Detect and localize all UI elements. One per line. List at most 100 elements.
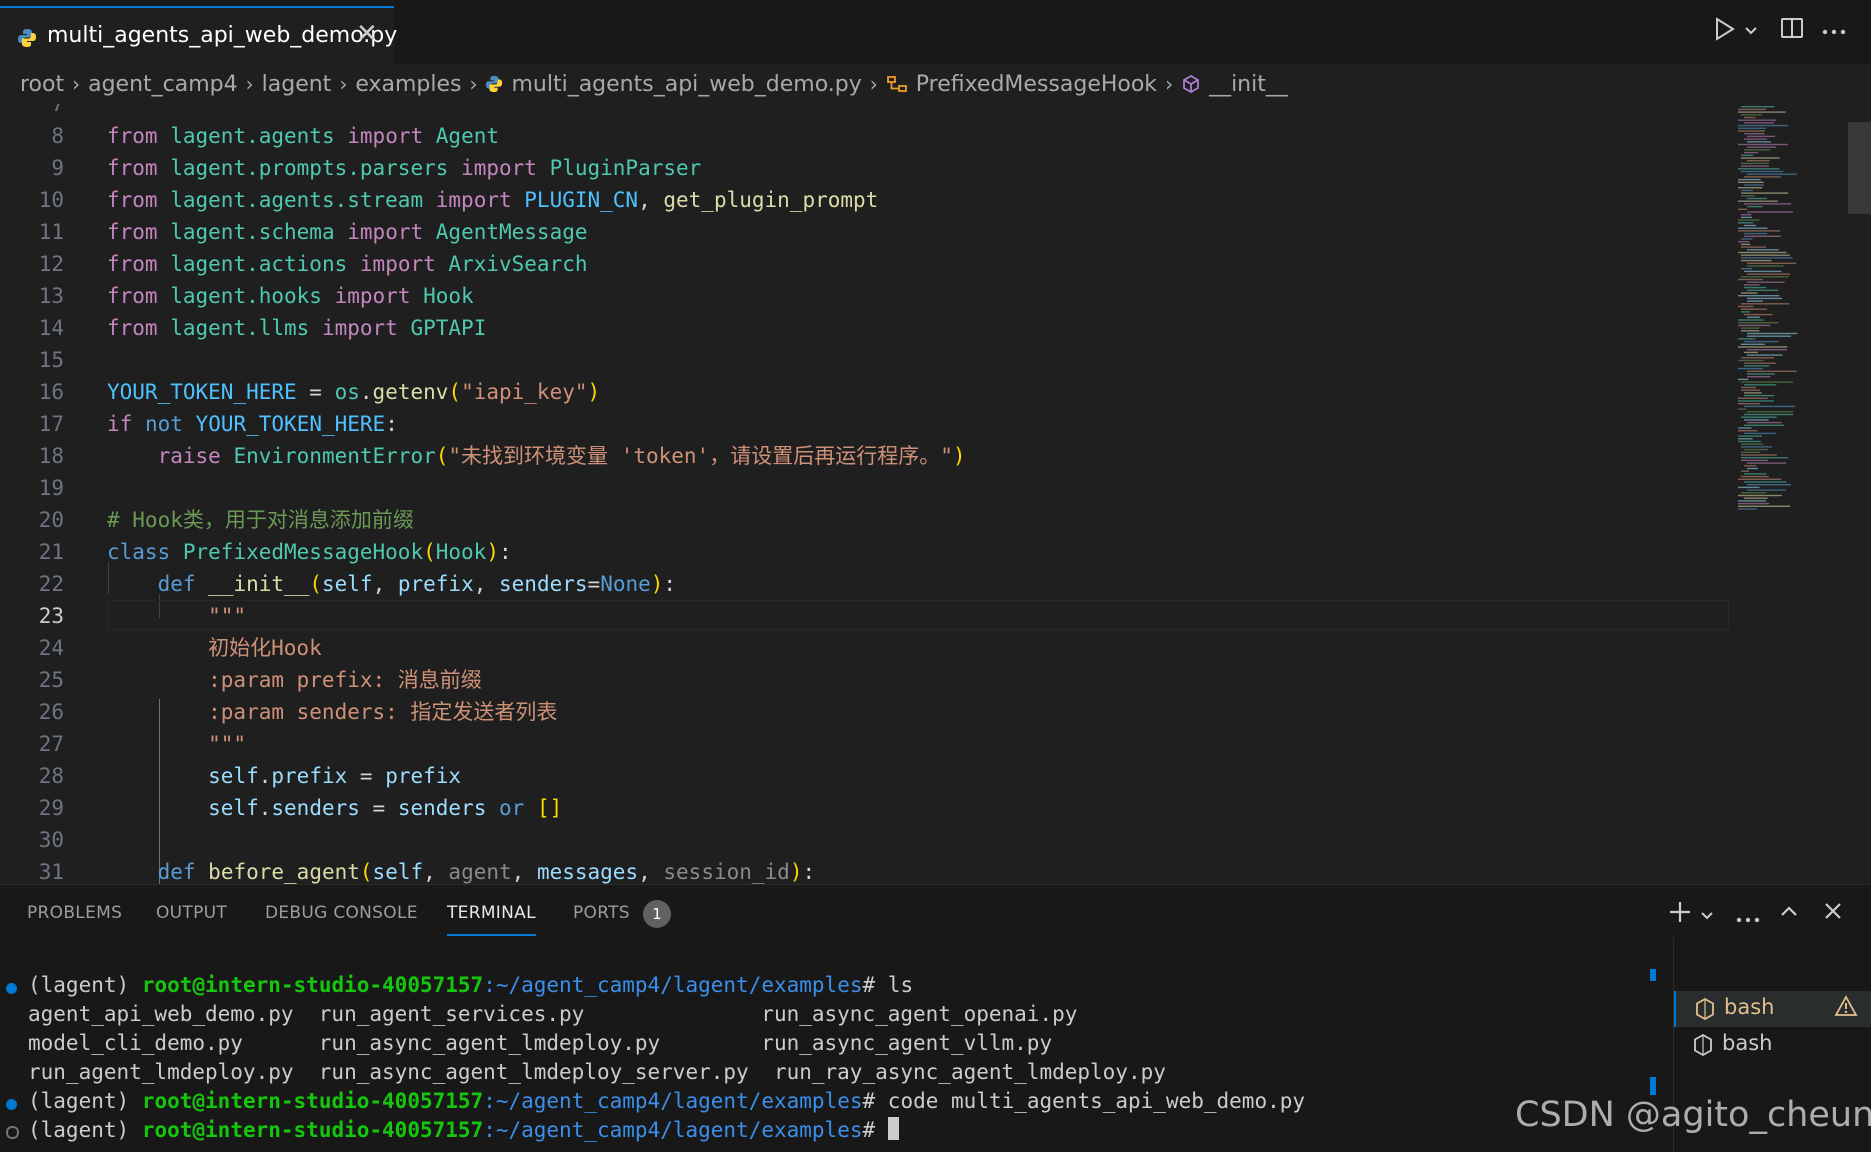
cwd-path: :~/agent_camp4/lagent/examples [483,973,863,997]
command-success-decoration[interactable] [6,983,17,994]
minimap-line [1738,168,1780,170]
minimap-line [1741,243,1751,246]
minimap-line [1741,189,1754,192]
code-text: YOUR_TOKEN_HERE = os.getenv("iapi_key") [107,380,601,404]
minimap-line [1738,438,1753,440]
editor-scrollbar[interactable] [1848,122,1871,214]
code-line: 22 def __init__(self, prefix, senders=No… [0,568,1730,600]
code-text: from lagent.agents import Agent [107,124,499,148]
minimap-line [1744,432,1776,435]
code-line: 25 :param prefix: 消息前缀 [0,664,1730,696]
tab-debug-console[interactable]: DEBUG CONSOLE [265,903,418,923]
breadcrumb-separator: › [72,72,81,96]
minimap-line [1747,484,1791,486]
minimap-line [1741,165,1769,167]
command-success-decoration[interactable] [6,1099,17,1110]
code-docstring: :param senders: 指定发送者列表 [107,700,558,724]
more-actions-icon[interactable] [1822,22,1846,41]
minimap-line [1741,492,1767,494]
code-text: def __init__(self, prefix, senders=None)… [157,572,677,596]
class-symbol-icon [886,74,908,94]
run-python-file-icon[interactable] [1714,16,1736,46]
minimap-line [1744,362,1776,364]
minimap-line [1741,170,1784,173]
minimap-line [1741,459,1768,462]
code-editor[interactable]: 7 8 from lagent.agents import Agent 9 fr… [0,104,1871,884]
code-line: 26 :param senders: 指定发送者列表 [0,696,1730,728]
current-line-highlight [107,600,1729,630]
line-number: 14 [38,316,64,340]
minimap-line [1738,251,1787,254]
minimap-line [1741,257,1793,259]
code-line: 19 [0,472,1730,504]
minimap-line [1741,195,1755,197]
warning-icon[interactable] [1834,995,1858,1022]
terminal-line: model_cli_demo.py run_async_agent_lmdepl… [28,1031,1053,1055]
minimap-line [1747,205,1763,208]
code-line: 31 def before_agent(self, agent, message… [0,856,1730,884]
breadcrumb-item-agent-camp4[interactable]: agent_camp4 [88,72,238,97]
terminal-session-bash-2[interactable]: bash [1674,1027,1871,1063]
split-editor-icon[interactable] [1780,16,1804,44]
minimap-line [1744,270,1782,273]
minimap-line [1747,289,1779,291]
minimap[interactable] [1736,104,1848,524]
maximize-panel-chevron-up-icon[interactable] [1779,903,1799,923]
terminal-session-bash-1[interactable]: bash [1674,991,1871,1027]
minimap-line [1747,300,1764,302]
tab-terminal[interactable]: TERMINAL [447,903,536,936]
terminal-output[interactable]: (lagent) root@intern-studio-40057157:~/a… [0,965,1650,1152]
breadcrumb-item-lagent[interactable]: lagent [262,72,332,97]
code-text: self.prefix = prefix [208,764,462,788]
close-tab-icon[interactable]: ✕ [356,19,378,49]
minimap-line [1744,473,1767,475]
close-panel-icon[interactable] [1823,901,1843,925]
minimap-line [1738,346,1788,348]
code-line: 21 class PrefixedMessageHook(Hook): [0,536,1730,568]
line-number: 15 [38,348,64,372]
minimap-line [1744,340,1779,343]
line-number: 18 [38,444,64,468]
minimap-line [1741,162,1769,165]
minimap-line [1738,486,1760,489]
run-options-chevron-down-icon[interactable] [1744,22,1758,41]
code-docstring: """ [107,604,247,628]
code-line: 18 raise EnvironmentError("未找到环境变量 'toke… [0,440,1730,472]
breadcrumb-item-class[interactable]: PrefixedMessageHook [916,72,1157,97]
conda-env: (lagent) [28,1089,130,1113]
minimap-line [1744,286,1767,289]
minimap-line [1744,497,1768,499]
minimap-line [1747,373,1775,375]
tab-output[interactable]: OUTPUT [156,903,227,923]
minimap-line [1741,216,1752,219]
code-line: 8 from lagent.agents import Agent [0,120,1730,152]
minimap-line [1741,276,1789,278]
new-terminal-plus-icon[interactable] [1667,899,1693,929]
terminal-profiles-chevron-down-icon[interactable] [1700,907,1714,926]
panel-more-actions-icon[interactable] [1736,909,1760,928]
minimap-line [1744,203,1792,205]
line-number: 25 [38,668,64,692]
line-number: 23 [38,604,64,628]
tab-problems[interactable]: PROBLEMS [27,903,122,923]
command-pending-decoration[interactable] [6,1126,19,1139]
breadcrumb-item-method[interactable]: __init__ [1209,72,1288,97]
code-line-current: 23 """ [0,600,1730,632]
editor-tab-multi-agents[interactable]: multi_agents_api_web_demo.py ✕ [0,6,397,65]
minimap-line [1741,451,1761,453]
breadcrumb-item-root[interactable]: root [20,72,64,97]
python-file-icon [17,28,37,52]
tab-ports[interactable]: PORTS [573,903,630,923]
minimap-line [1741,192,1789,194]
code-line: 9 from lagent.prompts.parsers import Plu… [0,152,1730,184]
breadcrumb-item-file[interactable]: multi_agents_api_web_demo.py [511,72,861,97]
breadcrumb-item-examples[interactable]: examples [355,72,461,97]
cwd-path: :~/agent_camp4/lagent/examples [483,1089,863,1113]
code-docstring: 初始化Hook [107,636,322,660]
minimap-line [1738,219,1760,221]
line-number: 30 [38,828,64,852]
minimap-line [1744,224,1756,227]
terminal-line: (lagent) root@intern-studio-40057157:~/a… [28,1087,1305,1116]
minimap-line [1747,462,1787,464]
line-number: 27 [38,732,64,756]
